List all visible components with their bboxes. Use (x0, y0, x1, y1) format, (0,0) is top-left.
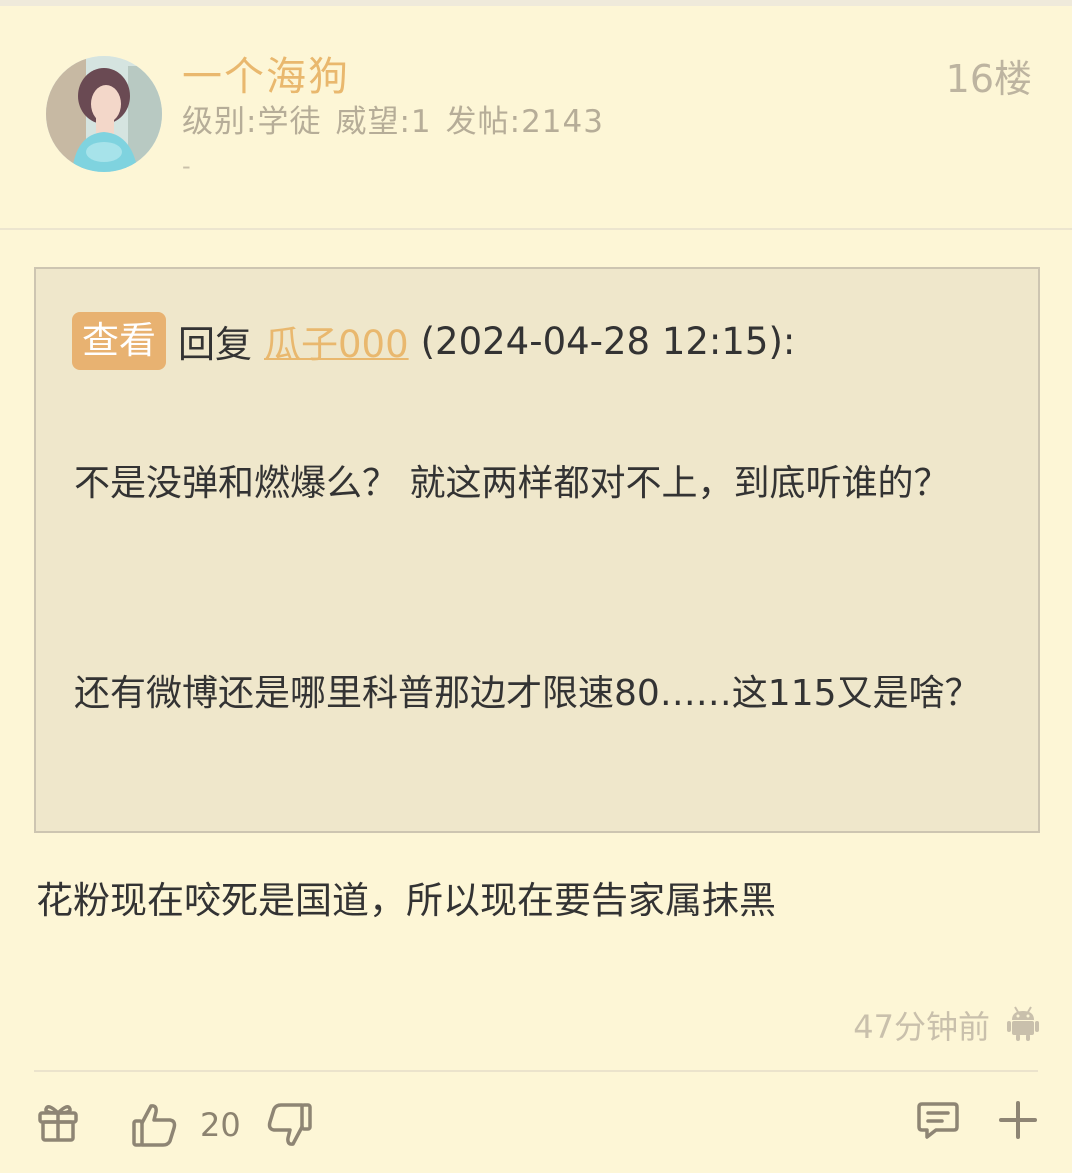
user-prestige: 威望:1 (335, 104, 432, 140)
quote-header: 查看 回复 瓜子000 (2024-04-28 12:15): (72, 311, 795, 371)
username[interactable]: 一个海狗 (182, 44, 350, 102)
plus-icon[interactable] (994, 1096, 1042, 1144)
footer-divider (34, 1070, 1038, 1072)
reply-label: 回复 (178, 323, 252, 366)
comment-icon[interactable] (914, 1096, 962, 1144)
post-footer: 47分钟前 (853, 1000, 1040, 1050)
avatar[interactable] (46, 56, 162, 172)
like-count: 20 (200, 1106, 241, 1144)
header-divider (0, 228, 1072, 230)
gift-icon[interactable] (34, 1098, 82, 1146)
thumbs-down-icon[interactable] (262, 1098, 316, 1152)
floor-number: 16楼 (945, 57, 1032, 101)
quote-paragraph-2: 还有微博还是哪里科普那边才限速80……这115又是啥？ (74, 673, 981, 714)
reply-time: (2024-04-28 12:15): (420, 319, 796, 363)
reply-user-link[interactable]: 瓜子000 (264, 314, 409, 368)
quote-paragraph-1: 不是没弹和燃爆么？ 就这两样都对不上，到底听谁的？ (74, 463, 950, 504)
android-icon (1006, 1005, 1040, 1045)
avatar-image (46, 56, 162, 172)
action-bar: 20 (0, 1092, 1072, 1162)
post-content: 花粉现在咬死是国道，所以现在要告家属抹黑 (36, 879, 776, 922)
user-meta: 级别:学徒 威望:1 发帖:2143 (182, 96, 604, 141)
post-time: 47分钟前 (853, 1008, 990, 1046)
user-signature: - (182, 152, 191, 180)
thumbs-up-icon[interactable] (128, 1098, 182, 1152)
post-header: 一个海狗 级别:学徒 威望:1 发帖:2143 - 16楼 (0, 6, 1072, 228)
user-post-count: 发帖:2143 (445, 104, 604, 140)
view-button[interactable]: 查看 (72, 312, 166, 370)
user-level: 级别:学徒 (182, 104, 322, 140)
quote-box: 查看 回复 瓜子000 (2024-04-28 12:15): 不是没弹和燃爆么… (34, 267, 1040, 833)
